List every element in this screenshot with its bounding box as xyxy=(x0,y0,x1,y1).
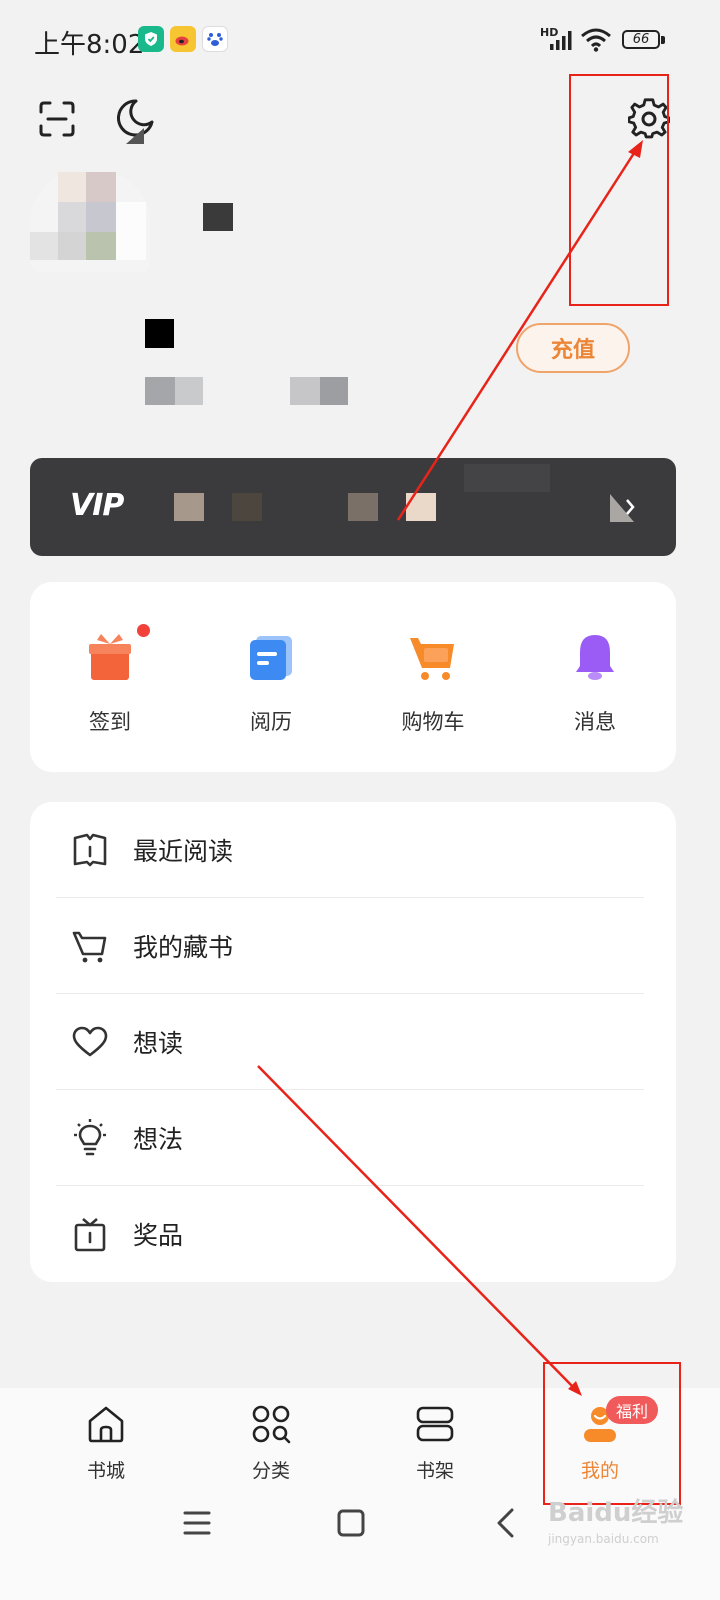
annotation-arrows xyxy=(257,140,643,1396)
watermark-logo: Baidu经验 xyxy=(548,1498,684,1528)
watermark-url: jingyan.baidu.com xyxy=(548,1532,659,1546)
